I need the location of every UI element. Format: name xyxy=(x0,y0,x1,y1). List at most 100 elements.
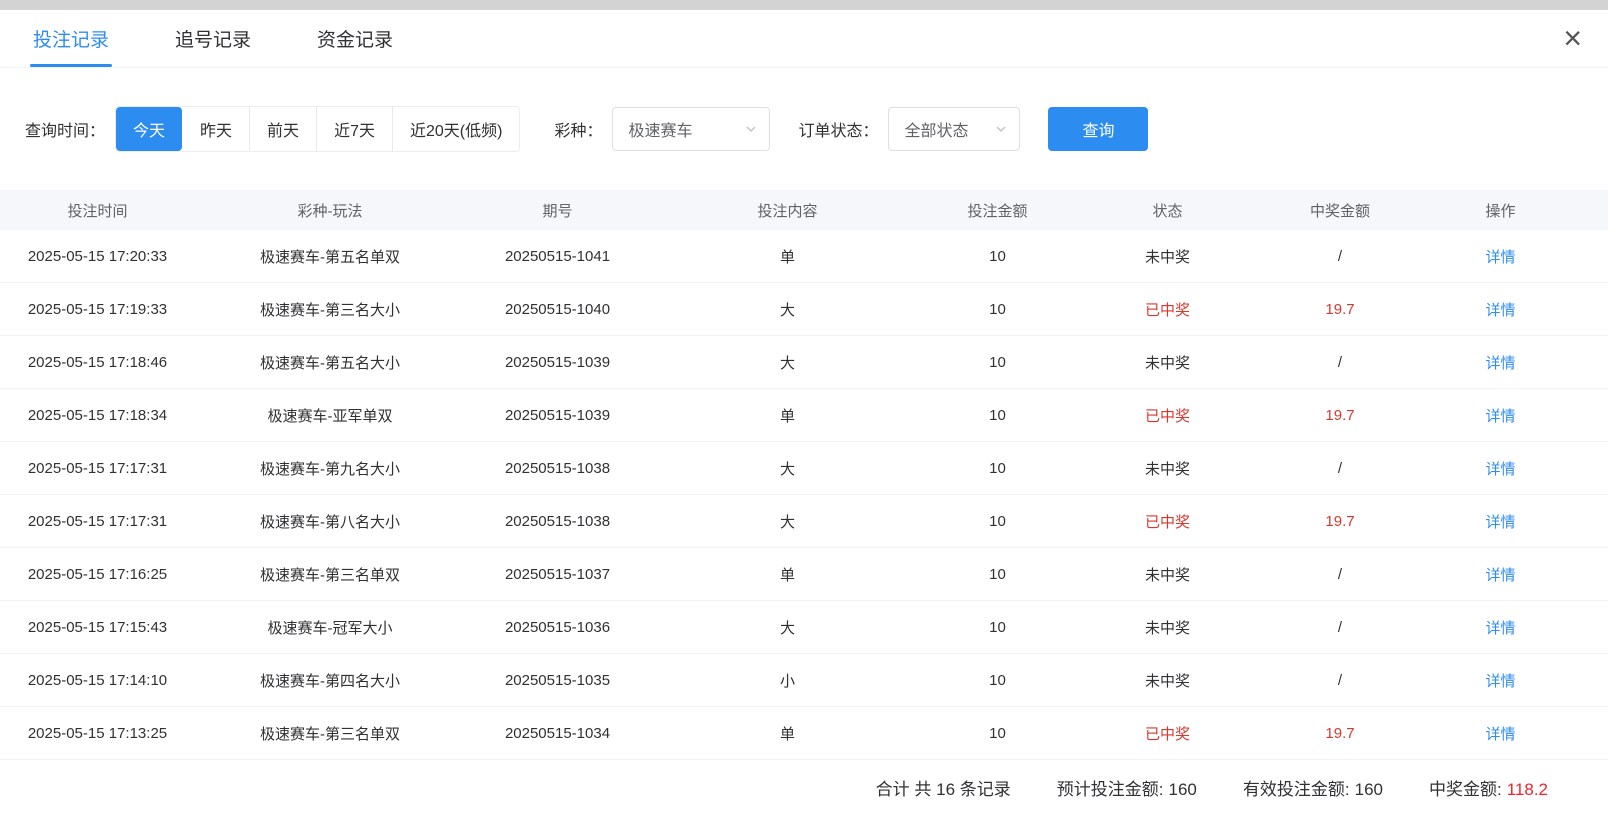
detail-link[interactable]: 详情 xyxy=(1485,299,1515,320)
cell-issue-number: 20250515-1037 xyxy=(465,548,650,600)
cell-prize-amount: / xyxy=(1265,336,1415,388)
cell-bet-content: 小 xyxy=(650,654,925,706)
column-header: 彩种-玩法 xyxy=(195,190,465,230)
order-status-select[interactable]: 全部状态 xyxy=(888,107,1020,151)
detail-link[interactable]: 详情 xyxy=(1485,405,1515,426)
time-option-1[interactable]: 昨天 xyxy=(182,107,249,151)
table-row: 2025-05-15 17:14:10极速赛车-第四名大小20250515-10… xyxy=(0,654,1608,707)
time-option-0[interactable]: 今天 xyxy=(116,107,182,151)
cell-action: 详情 xyxy=(1415,442,1608,494)
cell-action: 详情 xyxy=(1415,654,1608,706)
cell-bet-time: 2025-05-15 17:14:10 xyxy=(0,654,195,706)
cell-bet-time: 2025-05-15 17:16:25 xyxy=(0,548,195,600)
valid-bet-amount-label: 有效投注金额: xyxy=(1243,780,1350,799)
detail-link[interactable]: 详情 xyxy=(1485,511,1515,532)
table-row: 2025-05-15 17:17:31极速赛车-第八名大小20250515-10… xyxy=(0,495,1608,548)
cell-bet-time: 2025-05-15 17:18:46 xyxy=(0,336,195,388)
detail-link[interactable]: 详情 xyxy=(1485,723,1515,744)
cell-bet-content: 单 xyxy=(650,707,925,759)
tab-chase-records[interactable]: 追号记录 xyxy=(172,25,254,67)
lottery-select[interactable]: 极速赛车 xyxy=(612,107,770,151)
cell-bet-content: 大 xyxy=(650,283,925,335)
time-option-2[interactable]: 前天 xyxy=(249,107,316,151)
lottery-select-value: 极速赛车 xyxy=(628,117,692,141)
cell-issue-number: 20250515-1036 xyxy=(465,601,650,653)
time-option-4[interactable]: 近20天(低频) xyxy=(392,107,519,151)
tab-fund-records[interactable]: 资金记录 xyxy=(314,25,396,67)
summary-bar: 合计 共 16 条记录 预计投注金额:160 有效投注金额:160 中奖金额:1… xyxy=(0,760,1608,814)
cell-action: 详情 xyxy=(1415,601,1608,653)
cell-action: 详情 xyxy=(1415,283,1608,335)
cell-issue-number: 20250515-1038 xyxy=(465,495,650,547)
cell-status: 未中奖 xyxy=(1070,601,1265,653)
cell-prize-amount: 19.7 xyxy=(1265,389,1415,441)
detail-link[interactable]: 详情 xyxy=(1485,670,1515,691)
tab-list: 投注记录 追号记录 资金记录 xyxy=(30,25,456,67)
cell-status: 已中奖 xyxy=(1070,707,1265,759)
win-amount-label: 中奖金额: xyxy=(1429,780,1502,799)
time-option-3[interactable]: 近7天 xyxy=(316,107,392,151)
cell-game-play: 极速赛车-第八名大小 xyxy=(195,495,465,547)
column-header: 状态 xyxy=(1070,190,1265,230)
cell-prize-amount: 19.7 xyxy=(1265,283,1415,335)
cell-issue-number: 20250515-1034 xyxy=(465,707,650,759)
cell-status: 已中奖 xyxy=(1070,283,1265,335)
expected-bet-amount-value: 160 xyxy=(1169,780,1197,799)
cell-bet-time: 2025-05-15 17:15:43 xyxy=(0,601,195,653)
cell-status: 已中奖 xyxy=(1070,495,1265,547)
cell-bet-time: 2025-05-15 17:17:31 xyxy=(0,495,195,547)
cell-bet-content: 大 xyxy=(650,442,925,494)
cell-status: 已中奖 xyxy=(1070,389,1265,441)
cell-bet-time: 2025-05-15 17:18:34 xyxy=(0,389,195,441)
detail-link[interactable]: 详情 xyxy=(1485,617,1515,638)
cell-status: 未中奖 xyxy=(1070,336,1265,388)
cell-issue-number: 20250515-1041 xyxy=(465,230,650,282)
cell-action: 详情 xyxy=(1415,230,1608,282)
cell-prize-amount: / xyxy=(1265,654,1415,706)
cell-action: 详情 xyxy=(1415,336,1608,388)
cell-bet-amount: 10 xyxy=(925,442,1070,494)
detail-link[interactable]: 详情 xyxy=(1485,352,1515,373)
cell-bet-time: 2025-05-15 17:20:33 xyxy=(0,230,195,282)
search-button[interactable]: 查询 xyxy=(1048,107,1148,151)
detail-link[interactable]: 详情 xyxy=(1485,458,1515,479)
cell-bet-content: 大 xyxy=(650,601,925,653)
expected-bet-amount-label: 预计投注金额: xyxy=(1057,780,1164,799)
cell-issue-number: 20250515-1039 xyxy=(465,389,650,441)
lottery-filter-label: 彩种： xyxy=(554,117,602,141)
table-row: 2025-05-15 17:15:43极速赛车-冠军大小20250515-103… xyxy=(0,601,1608,654)
cell-prize-amount: / xyxy=(1265,442,1415,494)
cell-status: 未中奖 xyxy=(1070,442,1265,494)
expected-bet-amount: 预计投注金额: 160 xyxy=(1057,775,1197,800)
cell-game-play: 极速赛车-第五名单双 xyxy=(195,230,465,282)
cell-action: 详情 xyxy=(1415,495,1608,547)
cell-bet-amount: 10 xyxy=(925,548,1070,600)
valid-bet-amount: 有效投注金额: 160 xyxy=(1243,775,1383,800)
column-header: 期号 xyxy=(465,190,650,230)
cell-prize-amount: / xyxy=(1265,548,1415,600)
cell-action: 详情 xyxy=(1415,389,1608,441)
cell-bet-content: 大 xyxy=(650,336,925,388)
table-row: 2025-05-15 17:20:33极速赛车-第五名单双20250515-10… xyxy=(0,230,1608,283)
table-row: 2025-05-15 17:17:31极速赛车-第九名大小20250515-10… xyxy=(0,442,1608,495)
cell-bet-content: 大 xyxy=(650,495,925,547)
cell-bet-amount: 10 xyxy=(925,336,1070,388)
close-icon[interactable]: × xyxy=(1563,22,1582,54)
cell-bet-time: 2025-05-15 17:17:31 xyxy=(0,442,195,494)
win-amount-value: 118.2 xyxy=(1507,780,1548,799)
cell-game-play: 极速赛车-亚军单双 xyxy=(195,389,465,441)
cell-prize-amount: / xyxy=(1265,230,1415,282)
detail-link[interactable]: 详情 xyxy=(1485,564,1515,585)
cell-status: 未中奖 xyxy=(1070,230,1265,282)
table-row: 2025-05-15 17:18:46极速赛车-第五名大小20250515-10… xyxy=(0,336,1608,389)
cell-bet-content: 单 xyxy=(650,389,925,441)
column-header: 投注时间 xyxy=(0,190,195,230)
valid-bet-amount-value: 160 xyxy=(1355,780,1383,799)
cell-game-play: 极速赛车-第三名单双 xyxy=(195,548,465,600)
cell-bet-amount: 10 xyxy=(925,230,1070,282)
tab-betting-records[interactable]: 投注记录 xyxy=(30,25,112,67)
table-body: 2025-05-15 17:20:33极速赛车-第五名单双20250515-10… xyxy=(0,230,1608,760)
cell-prize-amount: 19.7 xyxy=(1265,495,1415,547)
cell-bet-content: 单 xyxy=(650,230,925,282)
detail-link[interactable]: 详情 xyxy=(1485,246,1515,267)
